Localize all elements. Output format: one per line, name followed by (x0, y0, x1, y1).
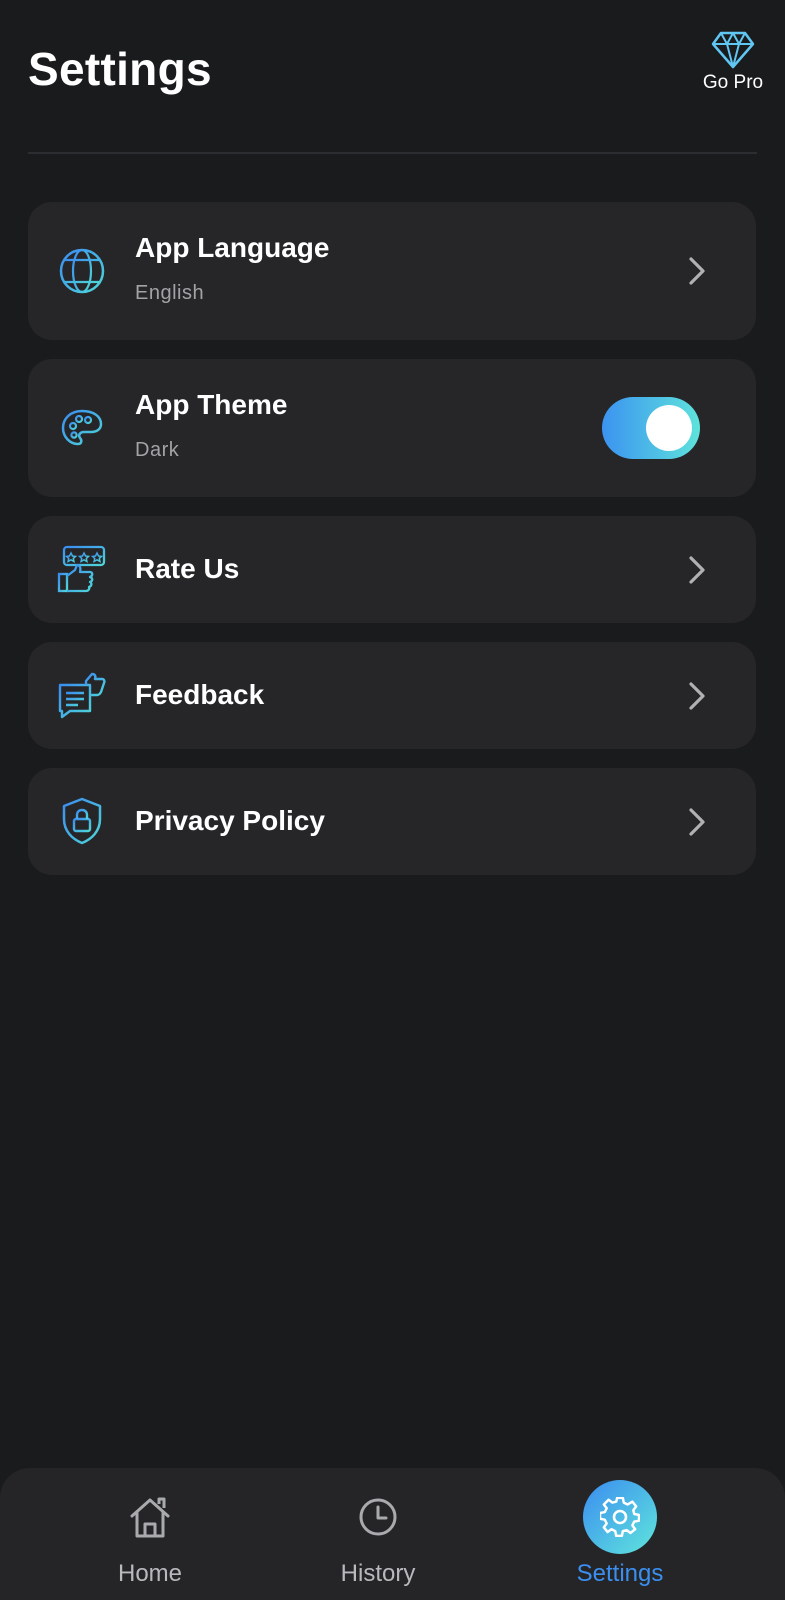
header-divider (28, 152, 757, 154)
app-language-title: App Language (135, 232, 330, 263)
feedback-row[interactable]: Feedback (28, 642, 756, 749)
go-pro-label: Go Pro (702, 72, 764, 93)
toggle-knob (646, 405, 692, 451)
app-theme-value: Dark (135, 439, 180, 461)
app-theme-title: App Theme (135, 389, 288, 420)
nav-item-history[interactable]: History (298, 1468, 458, 1600)
bottom-nav: Home History Settings (0, 1468, 785, 1600)
theme-toggle[interactable] (602, 397, 700, 459)
globe-icon (56, 245, 108, 297)
nav-label-history: History (340, 1560, 416, 1587)
gear-icon (600, 1497, 640, 1537)
chevron-right-icon (689, 556, 705, 584)
nav-label-home: Home (117, 1560, 183, 1587)
nav-item-home[interactable]: Home (70, 1468, 230, 1600)
nav-item-settings[interactable]: Settings (540, 1468, 700, 1600)
rate-us-icon (56, 543, 108, 595)
privacy-policy-title: Privacy Policy (135, 805, 325, 836)
home-icon (130, 1497, 170, 1538)
chevron-right-icon (689, 257, 705, 285)
app-language-row[interactable]: App Language English (28, 202, 756, 340)
chevron-right-icon (689, 808, 705, 836)
privacy-policy-row[interactable]: Privacy Policy (28, 768, 756, 875)
clock-icon (359, 1498, 397, 1536)
page-title: Settings (28, 43, 212, 95)
feedback-title: Feedback (135, 679, 265, 710)
feedback-icon (56, 669, 108, 721)
palette-icon (56, 402, 108, 454)
chevron-right-icon (689, 682, 705, 710)
app-language-value: English (135, 282, 205, 304)
nav-label-settings: Settings (576, 1560, 664, 1587)
rate-us-row[interactable]: Rate Us (28, 516, 756, 623)
shield-lock-icon (56, 795, 108, 847)
active-indicator (583, 1480, 657, 1554)
rate-us-title: Rate Us (135, 553, 240, 584)
go-pro-button[interactable]: Go Pro (697, 30, 769, 94)
diamond-icon (711, 31, 755, 69)
app-theme-row: App Theme Dark (28, 359, 756, 497)
